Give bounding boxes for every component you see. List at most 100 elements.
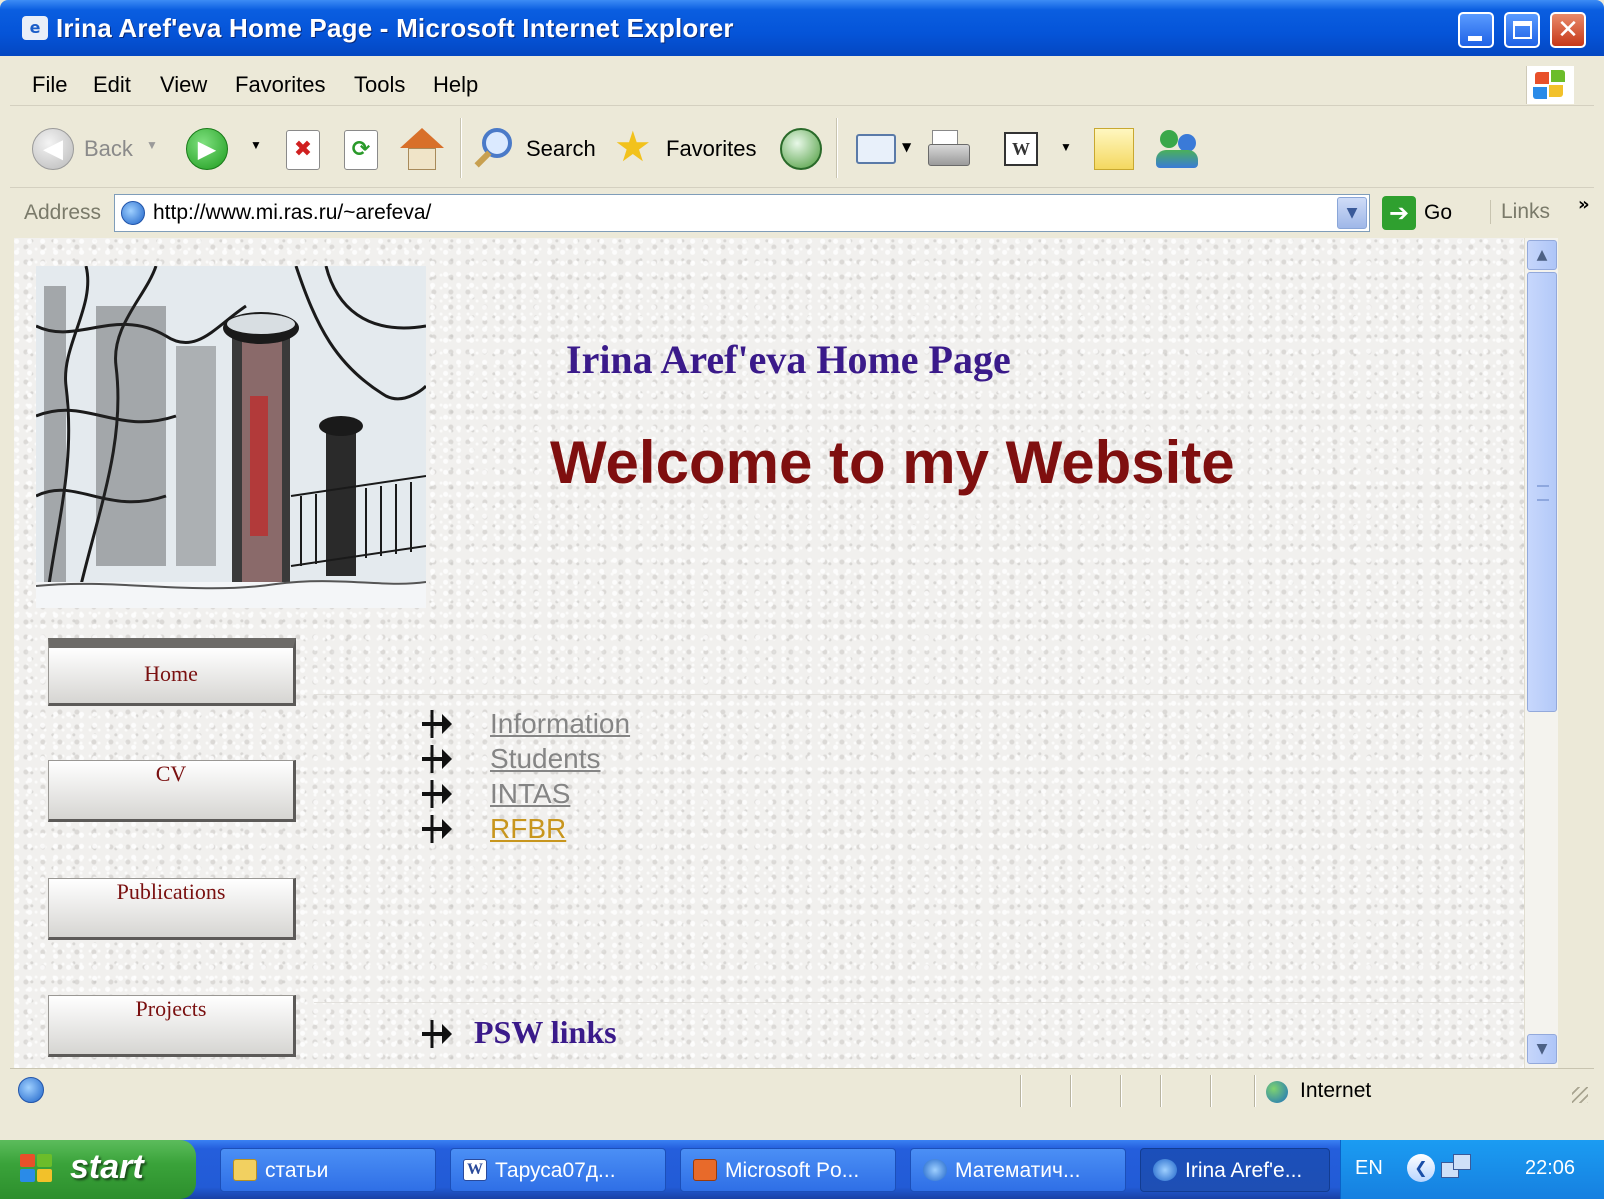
arrow-bullet-icon	[422, 745, 452, 773]
favorites-button[interactable]: ★ Favorites	[614, 124, 764, 174]
menu-file[interactable]: File	[32, 72, 67, 98]
home-icon	[400, 128, 444, 148]
address-input[interactable]: http://www.mi.ras.ru/~arefeva/ ▼	[114, 194, 1370, 232]
nav-button-projects[interactable]: Projects	[48, 995, 296, 1057]
link-students[interactable]: Students	[490, 743, 601, 775]
address-url: http://www.mi.ras.ru/~arefeva/	[153, 201, 432, 224]
discuss-button[interactable]	[1094, 128, 1134, 170]
internet-zone-icon	[1266, 1081, 1288, 1103]
task-label: Математич...	[955, 1159, 1081, 1182]
menu-tools[interactable]: Tools	[354, 72, 405, 98]
history-button[interactable]	[780, 128, 822, 170]
grip-icon	[1537, 485, 1549, 501]
divider	[314, 694, 1524, 695]
system-tray: EN ❮ 22:06	[1340, 1140, 1604, 1199]
messenger-icon	[1160, 130, 1178, 148]
network-icon[interactable]	[1441, 1152, 1473, 1182]
tray-expand-icon[interactable]: ❮	[1407, 1154, 1435, 1182]
ie-icon	[923, 1159, 947, 1181]
folder-icon	[233, 1159, 257, 1181]
title-bar[interactable]: e Irina Aref'eva Home Page - Microsoft I…	[0, 0, 1604, 56]
arrow-bullet-icon	[422, 1020, 452, 1048]
language-indicator[interactable]: EN	[1355, 1157, 1383, 1180]
taskbar: start статьи W Таруса07д... Microsoft Po…	[0, 1140, 1604, 1199]
edit-dropdown-icon[interactable]: ▼	[1060, 140, 1072, 154]
nav-label-home: Home	[144, 661, 198, 686]
menu-help[interactable]: Help	[433, 72, 478, 98]
task-label: статьи	[265, 1159, 329, 1182]
forward-dropdown-icon[interactable]: ▼	[250, 138, 262, 152]
nav-button-home[interactable]: Home	[48, 638, 296, 706]
scroll-down-button[interactable]: ▼	[1527, 1034, 1557, 1064]
task-button-ie[interactable]: Математич...	[910, 1148, 1126, 1192]
print-button[interactable]	[928, 130, 974, 172]
mail-button[interactable]: ▼	[856, 130, 912, 170]
search-label: Search	[526, 136, 596, 161]
start-label: start	[70, 1148, 144, 1186]
messenger-button[interactable]	[1156, 128, 1202, 170]
home-button[interactable]	[400, 128, 444, 170]
arrow-bullet-icon	[422, 710, 452, 738]
links-button[interactable]: Links	[1490, 200, 1550, 224]
back-arrow-icon: ◀	[32, 128, 74, 170]
divider	[314, 1002, 1524, 1003]
minimize-icon	[1468, 36, 1482, 41]
refresh-button[interactable]: ⟳	[344, 130, 378, 170]
address-bar: Address http://www.mi.ras.ru/~arefeva/ ▼…	[10, 190, 1594, 236]
task-button-ie-active[interactable]: Irina Aref'e...	[1140, 1148, 1330, 1192]
maximize-icon	[1513, 21, 1532, 39]
nav-label-cv: CV	[155, 761, 187, 786]
back-label: Back	[84, 136, 133, 161]
page-icon	[121, 201, 145, 225]
status-bar: Internet	[10, 1068, 1594, 1112]
start-button[interactable]: start	[0, 1140, 196, 1199]
task-button-powerpoint[interactable]: Microsoft Po...	[680, 1148, 896, 1192]
address-dropdown-button[interactable]: ▼	[1337, 197, 1367, 229]
word-icon: W	[463, 1159, 487, 1181]
forward-button[interactable]: ▶	[186, 128, 228, 170]
nav-button-cv[interactable]: CV	[48, 760, 296, 822]
ie-icon	[1153, 1159, 1177, 1181]
arrow-bullet-icon	[422, 780, 452, 808]
clock[interactable]: 22:06	[1525, 1157, 1575, 1180]
close-icon: ✕	[1557, 15, 1579, 45]
search-button[interactable]: Search	[472, 124, 608, 174]
maximize-button[interactable]	[1504, 12, 1540, 48]
mail-icon	[856, 134, 896, 164]
browser-window: e Irina Aref'eva Home Page - Microsoft I…	[0, 0, 1604, 1140]
task-label: Irina Aref'e...	[1185, 1159, 1303, 1182]
windows-logo-icon	[1526, 66, 1574, 104]
favorites-label: Favorites	[666, 136, 757, 161]
link-information[interactable]: Information	[490, 708, 630, 740]
windows-logo-icon	[20, 1154, 54, 1184]
link-intas[interactable]: INTAS	[490, 778, 570, 810]
powerpoint-icon	[693, 1159, 717, 1181]
menu-edit[interactable]: Edit	[93, 72, 131, 98]
arrow-bullet-icon	[422, 815, 452, 843]
nav-button-publications[interactable]: Publications	[48, 878, 296, 940]
go-button[interactable]: ➔ Go	[1382, 196, 1468, 230]
links-chevron-icon[interactable]: »	[1578, 194, 1590, 215]
go-label: Go	[1424, 201, 1453, 224]
vertical-scrollbar[interactable]: ▲ ▼	[1524, 238, 1558, 1068]
page-status-icon	[18, 1077, 44, 1103]
scroll-thumb[interactable]	[1527, 272, 1557, 712]
link-rfbr[interactable]: RFBR	[490, 813, 566, 845]
edit-word-button[interactable]: W	[1004, 132, 1038, 166]
stop-button[interactable]: ✖	[286, 130, 320, 170]
menu-bar: File Edit View Favorites Tools Help	[10, 62, 1594, 106]
task-button-folder[interactable]: статьи	[220, 1148, 436, 1192]
resize-grip-icon[interactable]	[1572, 1087, 1588, 1103]
menu-view[interactable]: View	[160, 72, 207, 98]
back-dropdown-icon[interactable]: ▼	[146, 138, 158, 152]
minimize-button[interactable]	[1458, 12, 1494, 48]
ie-icon: e	[22, 16, 48, 40]
page-title: Irina Aref'eva Home Page	[566, 337, 1011, 382]
welcome-heading: Welcome to my Website	[550, 429, 1235, 496]
favorites-star-icon: ★	[614, 122, 652, 171]
menu-favorites[interactable]: Favorites	[235, 72, 325, 98]
back-button[interactable]: ◀ Back ▼	[28, 124, 158, 172]
close-button[interactable]: ✕	[1550, 12, 1586, 48]
scroll-up-button[interactable]: ▲	[1527, 240, 1557, 270]
task-button-word[interactable]: W Таруса07д...	[450, 1148, 666, 1192]
